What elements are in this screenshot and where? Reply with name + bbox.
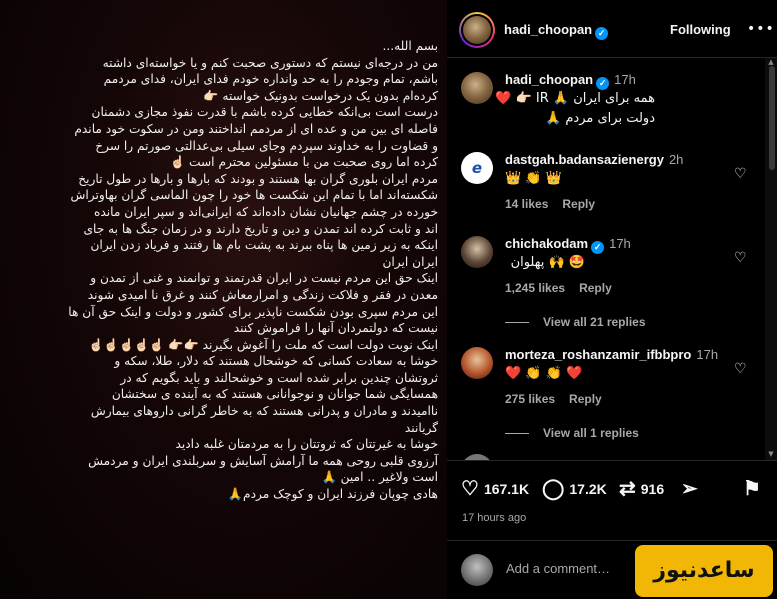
post-header: hadi_choopan ✓ Following ••• (447, 0, 777, 58)
post-text-line: ایران ایران (382, 254, 438, 269)
post-text-line: این مردم سپری بودن شکست ناپذیر برای کشور… (68, 304, 438, 319)
post-text-line: همسایگی شما جوانان و نوجوانانی هستند که … (111, 387, 438, 402)
post-text-line: کرده اما روی صحبت من با مسئولین محترم اس… (169, 155, 438, 170)
like-comment-icon[interactable]: ♡ (734, 166, 747, 182)
scrollbar-thumb[interactable] (769, 66, 775, 170)
comment-likes[interactable]: 14 likes (505, 197, 548, 211)
save-button[interactable]: ⚑ (743, 479, 766, 499)
divider (505, 322, 529, 324)
comment-meta: 1,245 likes Reply (505, 281, 626, 295)
avatar (461, 554, 493, 586)
post-text-line: است ولاغیر .. امین 🙏 (321, 470, 438, 485)
view-replies-button[interactable]: View all 21 replies (505, 315, 646, 329)
comments-count: 17.2K (569, 481, 607, 497)
post-text-line: من در درجه‌ای نیستم که دستوری صحبت کنم و… (102, 55, 438, 70)
repost-icon: ⇄ (619, 478, 636, 500)
post-text-line: بسم الله... (382, 39, 438, 53)
share-icon: ➢ (681, 478, 698, 500)
post-text-line: شکسته‌اند اما با تمام این شکست ها خود را… (70, 188, 439, 203)
post-text-line: خوشا به غیرتتان که ثروتتان را به مردمتان… (175, 437, 438, 452)
more-options-icon[interactable]: ••• (747, 21, 775, 37)
comment-author[interactable]: dastgah.badansazienergy 2h (505, 152, 683, 167)
post-side-panel: hadi_choopan ✓ Following ••• hadi_choopan… (447, 0, 777, 599)
watermark-logo: ساعدنیوز (635, 545, 773, 597)
post-text-line: اینکه به زیر زمین ها پناه ببرند به پشت ب… (90, 238, 438, 253)
heart-icon: ♡ (461, 478, 479, 500)
comment-time: 2h (668, 152, 684, 167)
post-text-line: ناامیدند و مادران و پدرانی هستند که به خ… (90, 404, 438, 419)
post-text-line: خوشا به سعادت کسانی که خوشحال هستند که د… (114, 354, 438, 369)
comment-text: 👑 👏 👑 (505, 171, 562, 186)
following-button[interactable]: Following (670, 22, 731, 37)
comment-icon: ◯ (542, 478, 565, 500)
comment-likes[interactable]: 1,245 likes (505, 281, 565, 295)
post-text-line: خورده در چشم جهانیان نشان داده‌اند که ای… (93, 204, 438, 219)
author-avatar[interactable] (459, 12, 495, 48)
caption-line-2: دولت برای مردم 🙏 (545, 111, 655, 126)
comment-time: 17h (696, 347, 719, 362)
comment-button[interactable]: ◯ 17.2K (542, 479, 607, 499)
repost-button[interactable]: ⇄ 916 (619, 479, 664, 499)
comment-input[interactable]: Add a comment… (506, 561, 610, 576)
view-replies-button[interactable]: View all 1 replies (505, 426, 639, 440)
scroll-up-icon[interactable]: ▲ (767, 58, 775, 66)
post-text-line: باشم، تمام وجودم را به حد وانداره خودم ف… (103, 72, 438, 87)
post-text-line: ثروتشان چندین برابر شده است و خوشحالند و… (120, 370, 438, 385)
post-text-line: درست است بی‌انکه خطایی کرده باشم با قدرت… (91, 105, 438, 120)
post-text-line: نیست که دولتمردان آنها را فراموش کنند (233, 321, 438, 336)
caption-author[interactable]: hadi_choopan ✓ 17h (505, 72, 636, 90)
verified-icon: ✓ (596, 77, 610, 90)
likes-count: 167.1K (483, 481, 530, 497)
avatar[interactable] (461, 236, 493, 268)
avatar[interactable]: e (461, 152, 493, 184)
post-text-line: آرزوی قلبی روحی همه ما آرامش آسایش و سرب… (88, 453, 438, 468)
reply-button[interactable]: Reply (569, 392, 602, 406)
comment-meta: 14 likes Reply (505, 197, 609, 211)
reply-button[interactable]: Reply (562, 197, 595, 211)
post-text-line: اینک حق این مردم نیست در ایران قدرتمند و… (90, 271, 438, 286)
caption-line-1: همه برای ایران 🙏 IR 👉🏻 ❤️ (495, 91, 655, 106)
caption-time: 17h (614, 72, 636, 87)
verified-icon: ✓ (595, 27, 609, 40)
post-text-line: اند و ثابت کرده اند تمدن و دین و تاریخ د… (83, 221, 438, 236)
post-image-text: بسم الله... من در درجه‌ای نیستم که دستوری… (8, 38, 438, 503)
reply-button[interactable]: Reply (579, 281, 612, 295)
post-text-line: مردم ایران بلوری گران بها هستند و بودند … (78, 171, 438, 186)
add-comment-bar: Add a comment… ساعدنیوز (447, 540, 777, 599)
comment-text: 🤩 🙌 پهلوان (510, 255, 585, 270)
comment-author[interactable]: chichakodam ✓ 17h (505, 236, 631, 254)
post-text-line: معدن در فقر و فلاکت زندگی و امرارمعاش کن… (87, 287, 438, 302)
author-username[interactable]: hadi_choopan ✓ (504, 22, 609, 40)
like-button[interactable]: ♡ 167.1K (461, 479, 529, 499)
avatar[interactable] (461, 72, 493, 104)
share-button[interactable]: ➢ (681, 479, 703, 499)
reposts-count: 916 (640, 481, 665, 497)
comment-time: 17h (609, 236, 631, 251)
post-text-line: و قضاوت را به خداوند سپردم وجای سیلی بی‌… (95, 138, 438, 153)
post-text-line: فاصله ای بین من و عده ای از مردمم انداخت… (74, 121, 438, 136)
verified-icon: ✓ (591, 241, 605, 254)
post-text-line: اینک نوبت دولت است که ملت را آغوش بگیرند… (88, 337, 438, 352)
comment-text: ❤️ 👏 👏 ❤️ (505, 366, 583, 381)
like-comment-icon[interactable]: ♡ (734, 361, 747, 377)
divider (505, 433, 529, 435)
post-timestamp: 17 hours ago (462, 512, 527, 524)
comment-meta: 275 likes Reply (505, 392, 616, 406)
bookmark-icon: ⚑ (743, 478, 761, 500)
like-comment-icon[interactable]: ♡ (734, 250, 747, 266)
avatar[interactable] (461, 347, 493, 379)
comment-likes[interactable]: 275 likes (505, 392, 555, 406)
post-text-line: هادی چوپان فرزند ایران و کوچک مردم🙏 (227, 487, 438, 502)
comment-author[interactable]: morteza_roshanzamir_ifbbpro 17h (505, 347, 718, 362)
action-bar: ♡ 167.1K ◯ 17.2K ⇄ 916 ➢ ⚑ 17 hours ago (447, 460, 777, 540)
scroll-down-icon[interactable]: ▼ (767, 450, 775, 458)
post-text-line: گریانند (404, 420, 438, 435)
comments-list: hadi_choopan ✓ 17h همه برای ایران 🙏 IR 👉🏻 … (447, 58, 765, 460)
post-text-line: کرده‌ام بدون یک درخواست بدونیک خواسته 👉🏻 (203, 88, 438, 103)
post-image: بسم الله... من در درجه‌ای نیستم که دستوری… (0, 0, 447, 599)
